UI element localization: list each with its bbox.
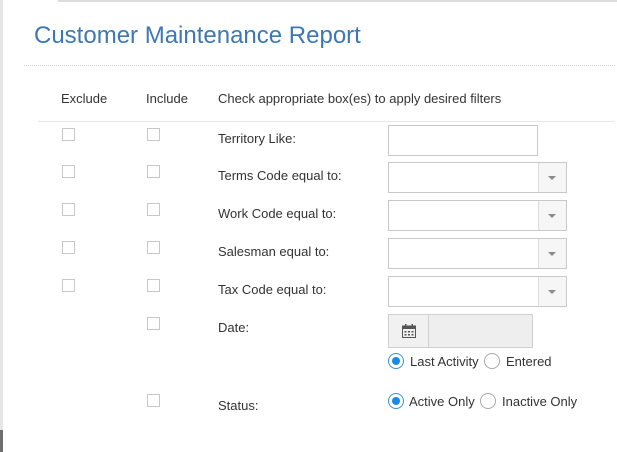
inactive-only-label[interactable]: Inactive Only (502, 394, 577, 409)
status-label: Status: (218, 398, 259, 413)
entered-radio[interactable] (484, 353, 500, 369)
include-date-checkbox[interactable] (147, 317, 160, 330)
filter-instructions: Check appropriate box(es) to apply desir… (218, 91, 502, 106)
chevron-down-icon (548, 214, 556, 218)
page-title: Customer Maintenance Report (34, 22, 361, 49)
window-left-border-shadow (0, 430, 3, 452)
salesman-dropdown-button[interactable] (538, 239, 566, 268)
terms-code-label: Terms Code equal to: (218, 168, 342, 183)
exclude-salesman-checkbox[interactable] (62, 241, 75, 254)
include-status-checkbox[interactable] (147, 394, 160, 407)
tax-code-label: Tax Code equal to: (218, 282, 327, 297)
date-label: Date: (218, 320, 250, 335)
exclude-work-code-checkbox[interactable] (62, 203, 75, 216)
work-code-dropdown-button[interactable] (538, 201, 566, 230)
salesman-select[interactable] (388, 238, 567, 269)
entered-label[interactable]: Entered (506, 354, 552, 369)
last-activity-radio[interactable] (388, 353, 404, 369)
last-activity-label[interactable]: Last Activity (410, 354, 479, 369)
include-work-code-checkbox[interactable] (147, 203, 160, 216)
include-salesman-checkbox[interactable] (147, 241, 160, 254)
active-only-radio[interactable] (388, 393, 404, 409)
territory-input[interactable] (388, 125, 538, 156)
title-divider (24, 65, 615, 66)
include-terms-code-checkbox[interactable] (147, 165, 160, 178)
active-only-label[interactable]: Active Only (409, 394, 475, 409)
chevron-down-icon (548, 290, 556, 294)
include-territory-checkbox[interactable] (147, 128, 160, 141)
header-divider (38, 121, 615, 122)
chevron-down-icon (548, 252, 556, 256)
exclude-terms-code-checkbox[interactable] (62, 165, 75, 178)
terms-code-select[interactable] (388, 162, 567, 193)
work-code-select[interactable] (388, 200, 567, 231)
window-top-border (58, 0, 617, 2)
include-column-header: Include (146, 91, 188, 106)
exclude-territory-checkbox[interactable] (62, 128, 75, 141)
include-tax-code-checkbox[interactable] (147, 279, 160, 292)
tax-code-dropdown-button[interactable] (538, 277, 566, 306)
date-input[interactable] (429, 315, 532, 347)
exclude-column-header: Exclude (61, 91, 108, 106)
chevron-down-icon (548, 176, 556, 180)
date-picker-button[interactable] (389, 315, 429, 347)
exclude-tax-code-checkbox[interactable] (62, 279, 75, 292)
window-left-border (0, 0, 3, 452)
tax-code-select[interactable] (388, 276, 567, 307)
territory-label: Territory Like: (218, 131, 297, 146)
work-code-label: Work Code equal to: (218, 206, 337, 221)
calendar-icon (402, 324, 416, 338)
date-picker[interactable] (388, 314, 533, 348)
salesman-label: Salesman equal to: (218, 244, 330, 259)
inactive-only-radio[interactable] (480, 393, 496, 409)
terms-code-dropdown-button[interactable] (538, 163, 566, 192)
